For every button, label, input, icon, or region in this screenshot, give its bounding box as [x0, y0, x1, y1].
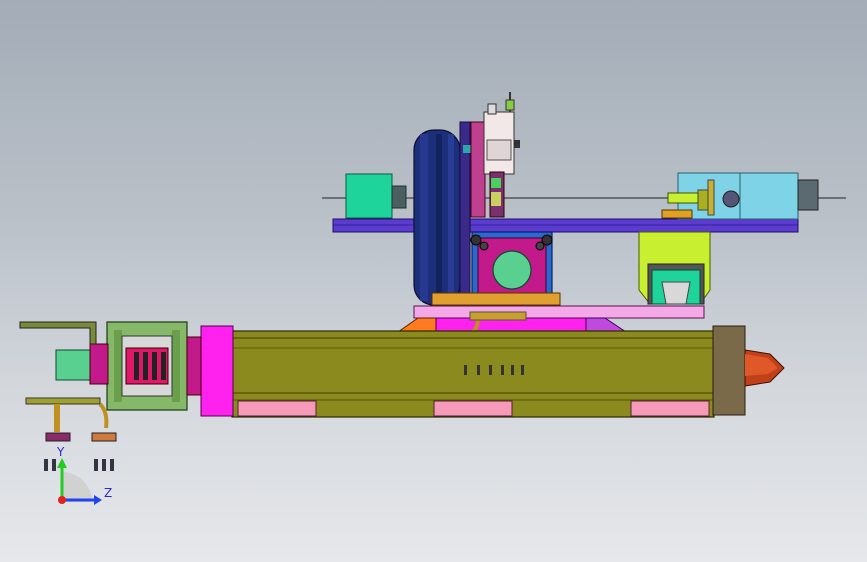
origin-point — [58, 496, 66, 504]
z-axis-label: Z — [104, 486, 112, 500]
left-wedge — [396, 317, 437, 333]
teal-motor[interactable] — [345, 173, 407, 219]
lime-support-block[interactable] — [638, 231, 711, 305]
rail-end-block[interactable] — [200, 325, 234, 417]
cad-model-view[interactable]: Y Z — [0, 0, 867, 562]
coupler-assembly[interactable] — [106, 321, 202, 411]
nose-cone[interactable] — [712, 325, 785, 416]
right-wedge — [584, 317, 628, 333]
carriage-plate[interactable] — [413, 305, 705, 319]
cad-viewport[interactable]: Y Z — [0, 0, 867, 562]
left-motor[interactable] — [55, 343, 109, 385]
y-axis-label: Y — [56, 445, 65, 459]
drive-wheel[interactable] — [413, 129, 461, 306]
coordinate-triad: Y Z — [56, 445, 112, 505]
rail-pads — [237, 400, 710, 417]
gantry-beam[interactable] — [332, 218, 799, 233]
orange-plate — [431, 292, 561, 306]
